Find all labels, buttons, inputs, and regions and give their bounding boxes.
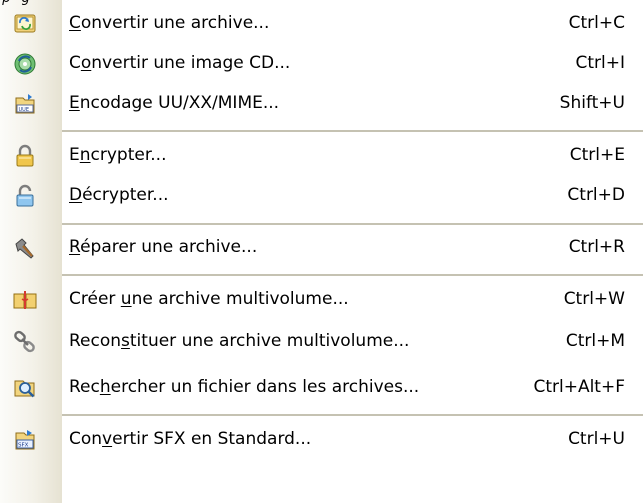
svg-text:SFX: SFX bbox=[18, 443, 29, 449]
menu-item-shortcut: Ctrl+M bbox=[565, 331, 625, 351]
menu-item-decrypt[interactable]: Décrypter... Ctrl+D bbox=[0, 176, 643, 216]
menu-item-encrypt[interactable]: Encrypter... Ctrl+E bbox=[0, 136, 643, 176]
menu-item-create-multivolume[interactable]: Créer une archive multivolume... Ctrl+W bbox=[0, 280, 643, 320]
menu-item-convert-sfx[interactable]: SFX Convertir SFX en Standard... Ctrl+U bbox=[0, 420, 643, 460]
menu-item-shortcut: Ctrl+E bbox=[569, 145, 625, 165]
menu-item-shortcut: Ctrl+U bbox=[568, 429, 625, 449]
menu-item-shortcut: Ctrl+I bbox=[575, 53, 625, 73]
menu-item-label: Encodage UU/XX/MIME... bbox=[69, 93, 280, 113]
convert-archive-icon bbox=[13, 12, 37, 36]
menu-item-repair-archive[interactable]: Réparer une archive... Ctrl+R bbox=[0, 228, 643, 268]
menu-separator bbox=[62, 274, 643, 276]
menu-item-shortcut: Ctrl+R bbox=[568, 237, 625, 257]
menu-item-label: Reconstituer une archive multivolume... bbox=[69, 331, 410, 351]
menu-item-label: Convertir une image CD... bbox=[69, 53, 291, 73]
menu-item-label: Réparer une archive... bbox=[69, 237, 258, 257]
split-archive-icon bbox=[13, 288, 37, 312]
menu-item-label: Convertir SFX en Standard... bbox=[69, 429, 312, 449]
menu-item-label: Encrypter... bbox=[69, 145, 167, 165]
menu-item-shortcut: Ctrl+Alt+F bbox=[533, 377, 625, 397]
menu-separator bbox=[62, 130, 643, 132]
lock-closed-icon bbox=[13, 144, 37, 168]
menu-item-encoding[interactable]: UUE Encodage UU/XX/MIME... Shift+U bbox=[0, 84, 643, 124]
hammer-repair-icon bbox=[13, 236, 37, 260]
chain-link-icon bbox=[13, 330, 37, 354]
menu-item-convert-cd-image[interactable]: Convertir une image CD... Ctrl+I bbox=[0, 44, 643, 84]
search-archive-icon bbox=[13, 376, 37, 400]
menu-item-shortcut: Ctrl+W bbox=[563, 289, 625, 309]
menu-separator bbox=[62, 414, 643, 416]
menu-item-label: Convertir une archive... bbox=[69, 13, 270, 33]
menu-item-shortcut: Shift+U bbox=[559, 93, 625, 113]
menu-item-search-archives[interactable]: Rechercher un fichier dans les archives.… bbox=[0, 368, 643, 408]
convert-cd-image-icon bbox=[13, 52, 37, 76]
sfx-convert-icon: SFX bbox=[13, 428, 37, 452]
lock-open-icon bbox=[13, 184, 37, 208]
menu-item-label: Créer une archive multivolume... bbox=[69, 289, 349, 309]
menu-item-shortcut: Ctrl+D bbox=[567, 185, 625, 205]
svg-text:UUE: UUE bbox=[19, 107, 29, 113]
menu-item-rebuild-multivolume[interactable]: Reconstituer une archive multivolume... … bbox=[0, 322, 643, 362]
menu-item-label: Décrypter... bbox=[69, 185, 169, 205]
menu-separator bbox=[62, 223, 643, 225]
menu-item-convert-archive[interactable]: Convertir une archive... Ctrl+C bbox=[0, 4, 643, 44]
encoding-uue-icon: UUE bbox=[13, 92, 37, 116]
menu-item-label: Rechercher un fichier dans les archives.… bbox=[69, 377, 420, 397]
menu-item-shortcut: Ctrl+C bbox=[568, 13, 625, 33]
